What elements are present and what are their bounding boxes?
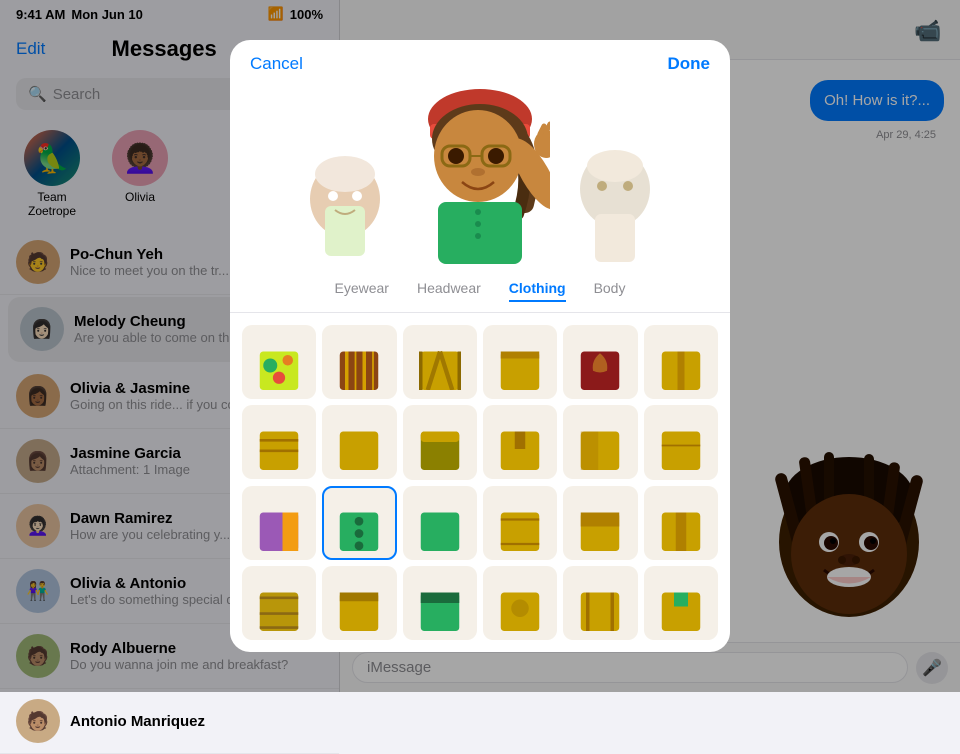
modal-overlay: Cancel Done <box>0 0 960 692</box>
tab-headwear[interactable]: Headwear <box>417 280 481 302</box>
memoji-center <box>410 84 550 264</box>
clothing-item-15[interactable] <box>403 486 477 560</box>
clothing-item-22[interactable] <box>483 566 557 640</box>
tab-clothing[interactable]: Clothing <box>509 280 566 302</box>
clothing-item-1[interactable] <box>242 325 316 399</box>
cancel-button[interactable]: Cancel <box>250 54 303 74</box>
clothing-item-10[interactable] <box>483 405 557 479</box>
clothing-item-14[interactable] <box>322 486 396 560</box>
clothing-item-2[interactable] <box>322 325 396 399</box>
clothing-item-6[interactable] <box>644 325 718 399</box>
tab-body[interactable]: Body <box>594 280 626 302</box>
clothing-item-13[interactable] <box>242 486 316 560</box>
clothing-item-20[interactable] <box>322 566 396 640</box>
done-button[interactable]: Done <box>668 54 711 74</box>
memoji-preview-row <box>230 74 730 274</box>
clothing-item-8[interactable] <box>322 405 396 479</box>
tab-eyewear[interactable]: Eyewear <box>335 280 389 302</box>
memoji-editor-modal: Cancel Done <box>230 40 730 652</box>
memoji-left <box>300 144 390 264</box>
clothing-item-7[interactable] <box>242 405 316 479</box>
clothing-item-4[interactable] <box>483 325 557 399</box>
clothing-item-12[interactable] <box>644 405 718 479</box>
clothing-item-9[interactable] <box>403 405 477 479</box>
category-tabs: Eyewear Headwear Clothing Body <box>230 274 730 313</box>
conv-item-antonio[interactable]: 🧑🏽 Antonio Manriquez <box>0 689 339 754</box>
clothing-item-11[interactable] <box>563 405 637 479</box>
clothing-item-16[interactable] <box>483 486 557 560</box>
clothing-item-19[interactable] <box>242 566 316 640</box>
clothing-item-18[interactable] <box>644 486 718 560</box>
clothing-grid <box>230 313 730 652</box>
clothing-item-17[interactable] <box>563 486 637 560</box>
modal-header: Cancel Done <box>230 40 730 74</box>
clothing-item-21[interactable] <box>403 566 477 640</box>
clothing-item-3[interactable] <box>403 325 477 399</box>
conv-name: Antonio Manriquez <box>70 713 323 730</box>
memoji-right <box>570 144 660 264</box>
clothing-item-5[interactable] <box>563 325 637 399</box>
clothing-item-23[interactable] <box>563 566 637 640</box>
clothing-item-24[interactable] <box>644 566 718 640</box>
